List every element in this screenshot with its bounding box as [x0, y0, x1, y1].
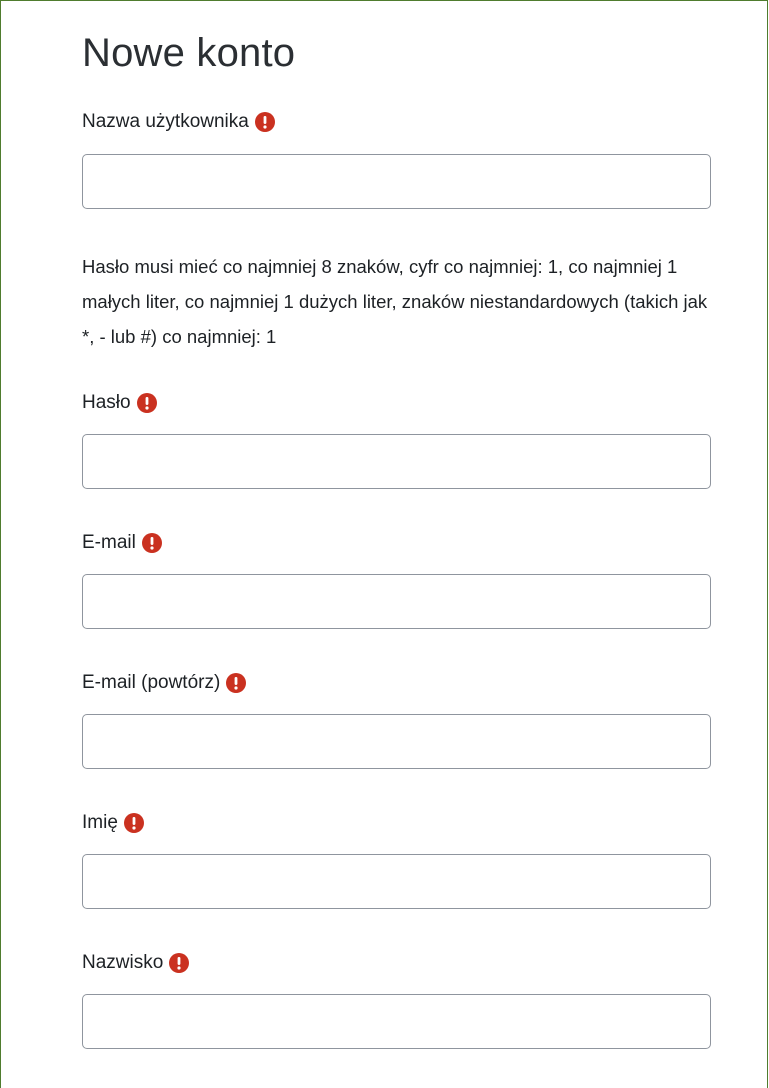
firstname-input[interactable] — [82, 854, 711, 909]
lastname-label-text: Nazwisko — [82, 952, 164, 973]
required-icon — [254, 112, 275, 132]
email-label-text: E-mail — [82, 532, 136, 553]
page-title: Nowe konto — [82, 31, 296, 75]
username-input[interactable] — [82, 154, 711, 209]
email-repeat-label-text: E-mail (powtórz) — [82, 672, 221, 693]
password-policy-text: Hasło musi mieć co najmniej 8 znaków, cy… — [82, 256, 708, 347]
required-icon — [123, 813, 144, 833]
email-input[interactable] — [82, 574, 711, 629]
firstname-label-text: Imię — [82, 812, 118, 833]
page-frame: Nowe konto Nazwa użytkownika Hasło musi … — [0, 0, 768, 1088]
required-icon — [136, 393, 157, 413]
username-label: Nazwa użytkownika — [82, 111, 275, 133]
email-repeat-input[interactable] — [82, 714, 711, 769]
lastname-label: Nazwisko — [82, 952, 190, 974]
required-icon — [169, 953, 190, 973]
firstname-label: Imię — [82, 812, 144, 834]
email-repeat-label: E-mail (powtórz) — [82, 672, 247, 694]
password-label-text: Hasło — [82, 392, 131, 413]
password-label: Hasło — [82, 392, 157, 414]
email-label: E-mail — [82, 532, 162, 554]
lastname-input[interactable] — [82, 994, 711, 1049]
username-label-text: Nazwa użytkownika — [82, 111, 249, 132]
password-input[interactable] — [82, 434, 711, 489]
required-icon — [141, 533, 162, 553]
required-icon — [226, 673, 247, 693]
